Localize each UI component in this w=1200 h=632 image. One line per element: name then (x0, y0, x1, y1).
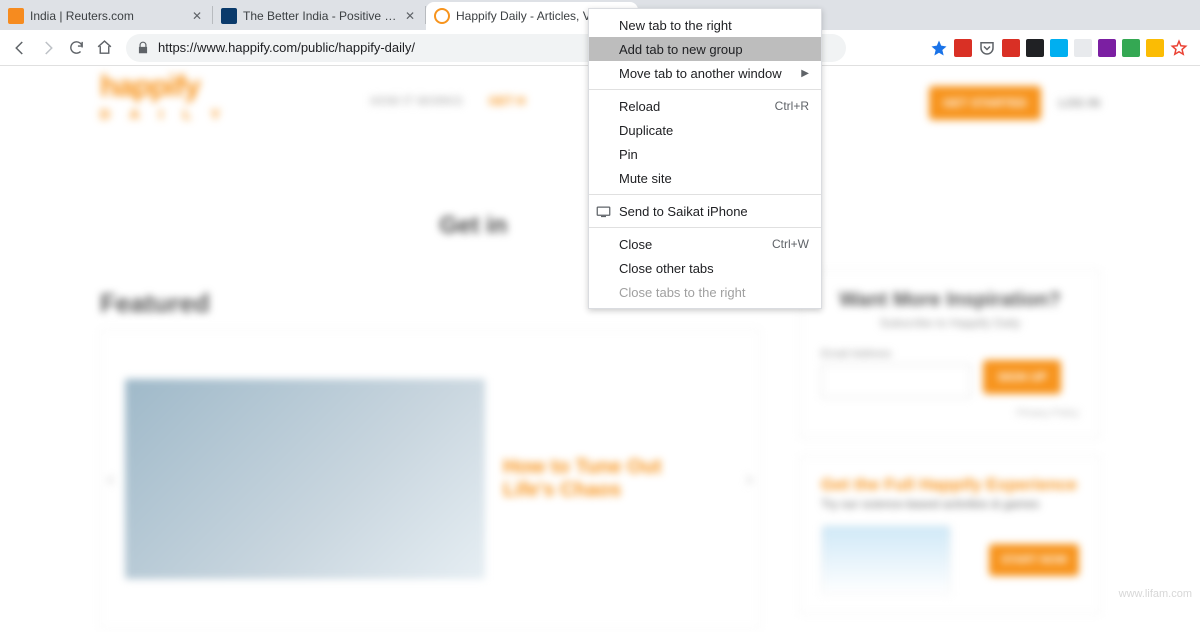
extension-icon[interactable] (1050, 39, 1068, 57)
tab-title: The Better India - Positive News. (243, 9, 399, 23)
url-text: https://www.happify.com/public/happify-d… (158, 40, 415, 55)
favicon-icon (434, 8, 450, 24)
close-icon[interactable]: ✕ (403, 9, 417, 23)
favicon-icon (8, 8, 24, 24)
tab-0[interactable]: India | Reuters.com ✕ (0, 2, 212, 30)
start-now-button[interactable]: START NOW (989, 544, 1079, 576)
ctx-reload[interactable]: ReloadCtrl+R (589, 94, 821, 118)
promo-heading: Get the Full Happify Experience (821, 475, 1079, 495)
featured-title[interactable]: How to Tune Out Life's Chaos (503, 456, 703, 502)
tab-context-menu: New tab to the right Add tab to new grou… (588, 8, 822, 309)
arrow-left-icon (11, 39, 29, 57)
bookmark-star-icon[interactable] (930, 39, 948, 57)
watermark: www.lifam.com (1119, 588, 1192, 600)
email-field[interactable] (821, 364, 971, 398)
privacy-link[interactable]: Privacy Policy (821, 408, 1079, 419)
extension-icon[interactable] (1146, 39, 1164, 57)
tab-title: India | Reuters.com (30, 9, 186, 23)
get-started-button[interactable]: GET STARTED (929, 86, 1041, 120)
chevron-right-icon: ▶ (801, 68, 809, 79)
ctx-close[interactable]: CloseCtrl+W (589, 232, 821, 256)
arrow-right-icon (39, 39, 57, 57)
extension-icon[interactable] (1026, 39, 1044, 57)
close-icon[interactable]: ✕ (190, 9, 204, 23)
extensions-area (930, 39, 1194, 57)
ctx-send-to-device[interactable]: Send to Saikat iPhone (589, 199, 821, 223)
home-icon (96, 39, 113, 56)
subscribe-heading: Want More Inspiration? (821, 289, 1079, 312)
ctx-duplicate[interactable]: Duplicate (589, 118, 821, 142)
subscribe-card: Want More Inspiration? Subscribe to Happ… (800, 270, 1100, 438)
reload-icon (68, 39, 85, 56)
reload-button[interactable] (62, 34, 90, 62)
lock-icon (136, 41, 150, 55)
separator (589, 227, 821, 228)
separator (589, 89, 821, 90)
nav-link[interactable]: GET H (489, 94, 526, 108)
email-label: Email Address (821, 348, 1079, 360)
favicon-icon (221, 8, 237, 24)
ctx-mute-site[interactable]: Mute site (589, 166, 821, 190)
ctx-close-other[interactable]: Close other tabs (589, 256, 821, 280)
chevron-left-icon[interactable]: ‹ (107, 466, 114, 492)
ctx-pin[interactable]: Pin (589, 142, 821, 166)
chevron-right-icon[interactable]: › (746, 466, 753, 492)
pocket-icon[interactable] (978, 39, 996, 57)
login-link[interactable]: LOG IN (1059, 96, 1100, 110)
nav-link[interactable]: HOW IT WORKS (370, 94, 463, 108)
featured-card[interactable]: ‹ How to Tune Out Life's Chaos › (100, 329, 760, 629)
extension-icon[interactable] (1074, 39, 1092, 57)
promo-sub: Try our science-based activities & games (821, 497, 1079, 511)
extension-icon[interactable] (1098, 39, 1116, 57)
promo-thumb (821, 525, 951, 595)
featured-image (125, 379, 485, 579)
promo-card: Get the Full Happify Experience Try our … (800, 456, 1100, 614)
ctx-close-right: Close tabs to the right (589, 280, 821, 304)
subscribe-sub: Subscribe to Happify Daily (821, 316, 1079, 330)
device-icon (595, 203, 611, 219)
ctx-new-tab-right[interactable]: New tab to the right (589, 13, 821, 37)
ctx-add-tab-new-group[interactable]: Add tab to new group (589, 37, 821, 61)
signup-button[interactable]: SIGN UP (983, 360, 1060, 394)
extension-icon[interactable] (1002, 39, 1020, 57)
back-button[interactable] (6, 34, 34, 62)
star-outline-icon[interactable] (1170, 39, 1188, 57)
home-button[interactable] (90, 34, 118, 62)
separator (589, 194, 821, 195)
tab-1[interactable]: The Better India - Positive News. ✕ (213, 2, 425, 30)
sidebar: Want More Inspiration? Subscribe to Happ… (800, 270, 1100, 632)
ctx-move-tab-window[interactable]: Move tab to another window▶ (589, 61, 821, 85)
extension-icon[interactable] (1122, 39, 1140, 57)
forward-button[interactable] (34, 34, 62, 62)
extension-icon[interactable] (954, 39, 972, 57)
